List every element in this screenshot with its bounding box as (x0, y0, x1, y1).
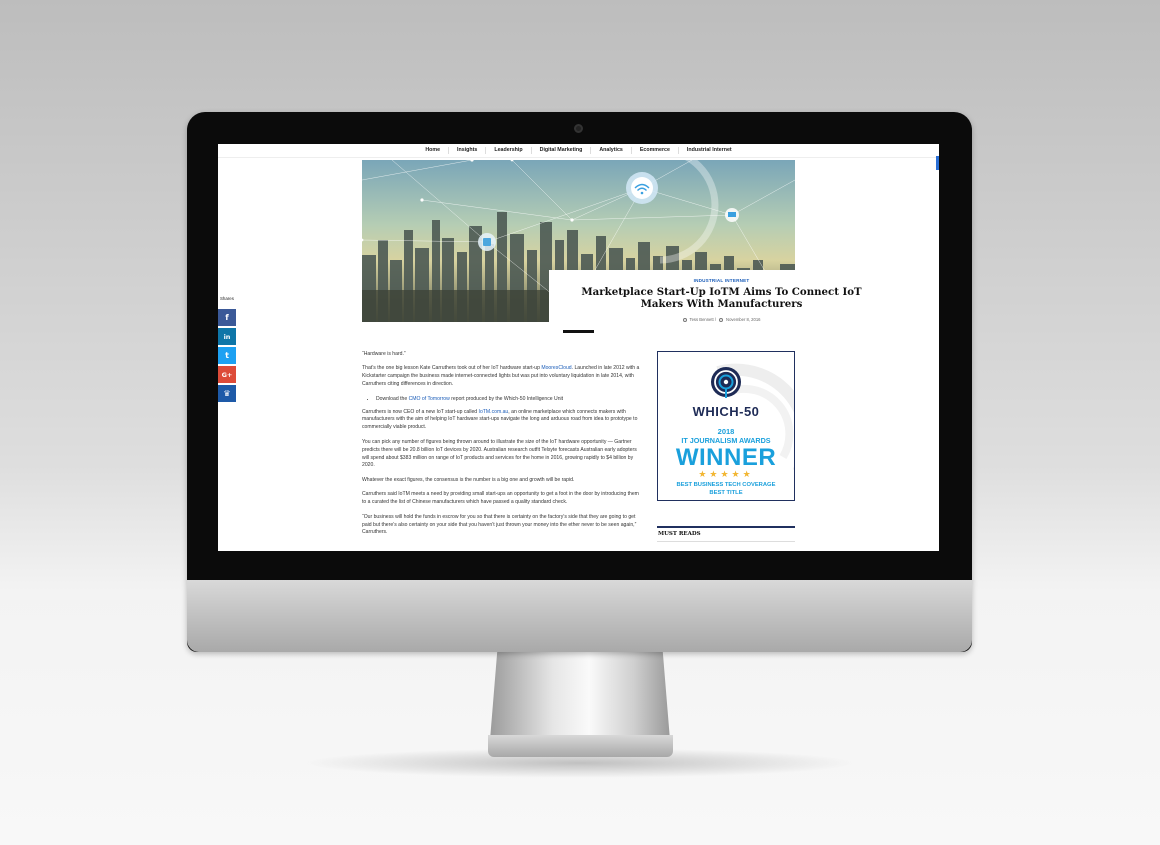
article-body: “Hardware is hard.” That’s the one big l… (362, 351, 644, 544)
googleplus-icon: G+ (221, 370, 233, 379)
award-brand: WHICH-50 (692, 404, 760, 419)
article-paragraph: Whatever the exact figures, the consensu… (362, 476, 575, 483)
award-category-2: BEST TITLE (709, 490, 743, 496)
shares-label: Shares (220, 296, 234, 301)
twitter-share-button[interactable]: t (218, 347, 236, 364)
twitter-icon: t (225, 351, 229, 360)
article-paragraph: You can pick any number of figures being… (362, 438, 637, 469)
crown-share-button[interactable]: ♛ (218, 385, 236, 402)
article-meta: Tess Bennett / November 8, 2016 (549, 317, 894, 322)
award-stars: ★★★★★ (698, 469, 754, 479)
nav-item-analytics[interactable]: Analytics (591, 147, 632, 154)
nav-item-leadership[interactable]: Leadership (486, 147, 532, 154)
article-paragraph: Carruthers is now CEO of a new IoT start… (362, 408, 638, 431)
googleplus-share-button[interactable]: G+ (218, 366, 236, 383)
award-winner: WINNER (675, 444, 777, 471)
award-year: 2018 (717, 427, 735, 436)
scrollbar[interactable] (936, 156, 939, 170)
article-paragraph: That’s the one big lesson Kate Carruther… (362, 365, 640, 388)
list-item: Download the CMO of Tomorrow report prod… (376, 396, 644, 404)
camera (574, 124, 583, 133)
main-nav: Home Insights Leadership Digital Marketi… (218, 144, 939, 158)
facebook-share-button[interactable]: f (218, 309, 236, 326)
linkedin-share-button[interactable]: in (218, 328, 236, 345)
iotm-link[interactable]: IoTM.com.au (479, 409, 509, 415)
must-reads-heading: MUST READS (658, 531, 701, 537)
must-reads-rule (657, 526, 795, 528)
nav-item-digital-marketing[interactable]: Digital Marketing (532, 147, 592, 154)
title-divider (563, 330, 594, 333)
browser-screen: Home Insights Leadership Digital Marketi… (218, 144, 939, 551)
facebook-icon: f (225, 313, 229, 322)
cmo-of-tomorrow-link[interactable]: CMO of Tomorrow (409, 396, 450, 402)
crown-icon: ♛ (223, 389, 231, 398)
monitor-stand (490, 652, 670, 740)
must-reads-divider (657, 541, 795, 542)
article-bullet-list: Download the CMO of Tomorrow report prod… (376, 396, 644, 404)
monitor-stand-base (488, 735, 673, 757)
award-category-1: BEST BUSINESS TECH COVERAGE (676, 482, 776, 488)
article-title: Marketplace Start-Up IoTM Aims To Connec… (581, 286, 862, 310)
nav-item-ecommerce[interactable]: Ecommerce (632, 147, 679, 154)
article-header: INDUSTRIAL INTERNET Marketplace Start-Up… (549, 270, 894, 322)
clock-icon (719, 317, 724, 322)
article-paragraph: “Our business will hold the funds in esc… (362, 513, 637, 536)
article-paragraph: “Hardware is hard.” (362, 351, 406, 357)
nav-item-insights[interactable]: Insights (449, 147, 487, 154)
award-banner[interactable]: WHICH-50 2018 IT JOURNALISM AWARDS WINNE… (657, 351, 795, 501)
monitor-chin (187, 580, 972, 652)
article-paragraph: Carruthers said IoTM meets a need by pro… (362, 491, 639, 506)
author-icon (682, 317, 687, 322)
article-date: November 8, 2016 (726, 317, 761, 322)
mooresCloud-link[interactable]: MooresCloud (541, 365, 571, 371)
article-category[interactable]: INDUSTRIAL INTERNET (549, 278, 894, 283)
nav-item-home[interactable]: Home (417, 147, 450, 154)
linkedin-icon: in (223, 332, 231, 341)
article-author[interactable]: Tess Bennett / (690, 317, 717, 322)
nav-item-industrial-internet[interactable]: Industrial Internet (679, 147, 740, 154)
which50-logo-icon (711, 367, 741, 398)
